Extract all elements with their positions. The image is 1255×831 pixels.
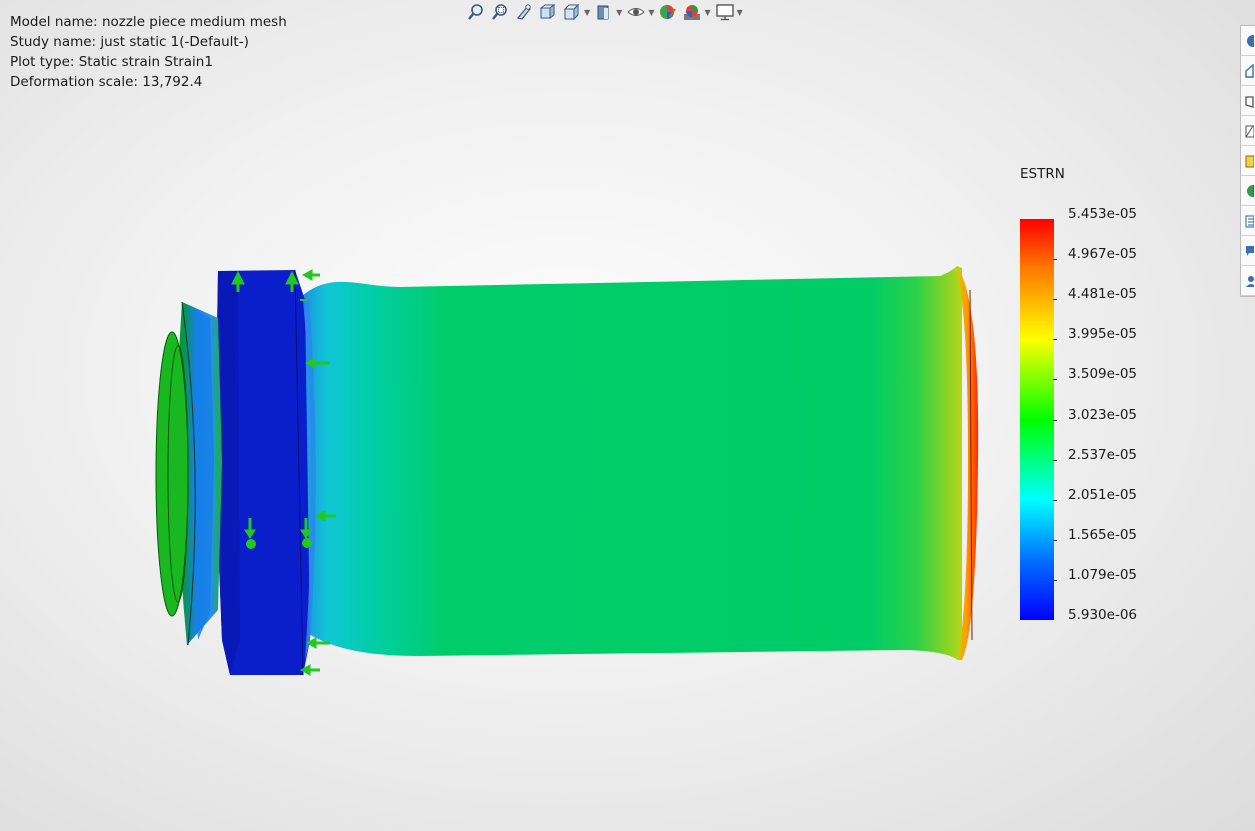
legend-label: 1.079e-05 <box>1068 566 1138 583</box>
globe-icon[interactable] <box>1241 26 1255 56</box>
legend-label: 5.453e-05 <box>1068 206 1138 222</box>
legend-tick <box>1053 539 1057 541</box>
legend-tick <box>1053 419 1057 421</box>
legend-tick <box>1053 299 1057 301</box>
comment-icon[interactable] <box>1241 236 1255 266</box>
legend-label: 3.995e-05 <box>1068 326 1138 343</box>
legend-label: 5.930e-06 <box>1068 607 1138 623</box>
legend-title: ESTRN <box>1020 166 1065 182</box>
legend-tick <box>1053 459 1057 461</box>
property-icon[interactable] <box>1241 146 1255 176</box>
legend-color-bar <box>1020 219 1054 620</box>
legend-label: 4.481e-05 <box>1068 286 1138 303</box>
strain-plot-model[interactable] <box>0 0 1010 700</box>
part-icon[interactable] <box>1241 86 1255 116</box>
sketch-icon[interactable] <box>1241 116 1255 146</box>
list-icon[interactable] <box>1241 206 1255 236</box>
legend-label: 3.023e-05 <box>1068 406 1138 423</box>
legend-label: 3.509e-05 <box>1068 366 1138 383</box>
legend-tick <box>1053 579 1057 581</box>
legend-label: 2.537e-05 <box>1068 446 1138 463</box>
legend-tick <box>1053 259 1057 261</box>
task-pane-tabs <box>1240 25 1255 297</box>
legend-label: 1.565e-05 <box>1068 526 1138 543</box>
tube-body <box>300 266 962 660</box>
person-icon[interactable] <box>1241 266 1255 296</box>
legend-label: 4.967e-05 <box>1068 246 1138 263</box>
legend-label: 2.051e-05 <box>1068 486 1138 503</box>
legend-tick <box>1053 339 1057 341</box>
home-icon[interactable] <box>1241 56 1255 86</box>
legend-tick <box>1053 379 1057 381</box>
legend-tick <box>1053 499 1057 501</box>
appearance-icon[interactable] <box>1241 176 1255 206</box>
